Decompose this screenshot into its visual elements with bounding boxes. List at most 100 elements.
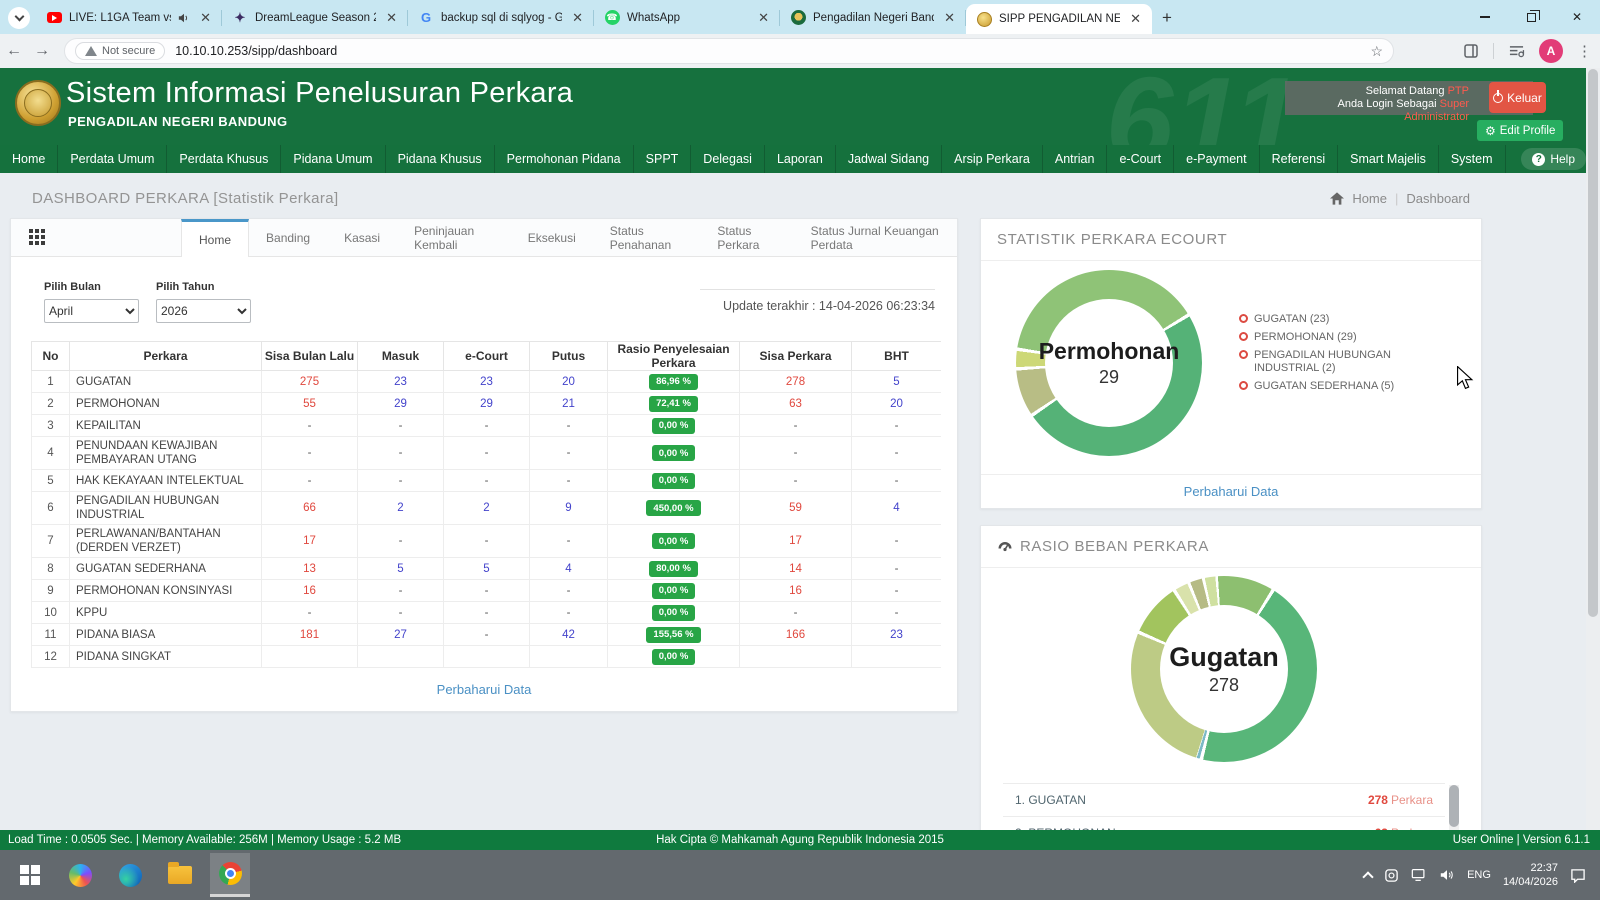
restore-button[interactable] <box>1508 0 1554 34</box>
refresh-data-link[interactable]: Perbaharui Data <box>11 682 957 697</box>
nav-item-perdata-khusus[interactable]: Perdata Khusus <box>167 145 281 173</box>
tab-home[interactable]: Home <box>181 219 249 257</box>
nav-item-arsip-perkara[interactable]: Arsip Perkara <box>942 145 1043 173</box>
browser-tab[interactable]: ✦DreamLeague Season 29: Easte✕ <box>222 1 408 34</box>
windows-taskbar: ENG 22:37 14/04/2026 <box>0 850 1600 900</box>
language-indicator[interactable]: ENG <box>1467 869 1491 881</box>
nav-item-perdata-umum[interactable]: Perdata Umum <box>58 145 167 173</box>
copilot-button[interactable] <box>60 853 100 897</box>
edge-button[interactable] <box>110 853 150 897</box>
tray-expand-icon[interactable] <box>1362 871 1373 882</box>
nav-item-e-court[interactable]: e-Court <box>1107 145 1174 173</box>
nav-item-laporan[interactable]: Laporan <box>765 145 836 173</box>
nav-item-antrian[interactable]: Antrian <box>1043 145 1108 173</box>
ecourt-donut-chart[interactable]: Permohonan 29 <box>1016 270 1202 456</box>
tab-close-icon[interactable]: ✕ <box>1127 11 1144 27</box>
tab-close-icon[interactable]: ✕ <box>569 10 586 26</box>
back-button[interactable]: ← <box>0 42 28 60</box>
nav-item-pidana-khusus[interactable]: Pidana Khusus <box>386 145 495 173</box>
nav-item-e-payment[interactable]: e-Payment <box>1174 145 1259 173</box>
tab-title: SIPP PENGADILAN NEGERI BAN <box>999 13 1120 25</box>
tab-close-icon[interactable]: ✕ <box>197 10 214 26</box>
nav-item-delegasi[interactable]: Delegasi <box>691 145 765 173</box>
file-explorer-button[interactable] <box>160 853 200 897</box>
tab-close-icon[interactable]: ✕ <box>383 10 400 26</box>
cell-putus: - <box>530 525 608 558</box>
breadcrumb-home[interactable]: Home <box>1352 191 1387 206</box>
gauge-icon <box>997 540 1013 554</box>
not-secure-chip[interactable]: Not secure <box>75 42 165 60</box>
tab-status-jurnal-keuangan-perdata[interactable]: Status Jurnal Keuangan Perdata <box>794 219 957 256</box>
network-icon[interactable] <box>1411 868 1427 882</box>
legend-item[interactable]: GUGATAN (23) <box>1239 313 1429 326</box>
side-panel-icon[interactable] <box>1463 43 1479 59</box>
cell-putus: - <box>530 470 608 492</box>
volume-icon[interactable] <box>1439 868 1455 882</box>
bookmark-star-icon[interactable]: ☆ <box>1370 43 1383 60</box>
clock[interactable]: 22:37 14/04/2026 <box>1503 861 1558 889</box>
profile-avatar[interactable]: A <box>1539 39 1563 63</box>
grid-menu-icon[interactable] <box>29 229 46 246</box>
logout-button[interactable]: Keluar <box>1489 82 1546 113</box>
chrome-icon <box>219 862 242 885</box>
nav-item-permohonan-pidana[interactable]: Permohonan Pidana <box>495 145 634 173</box>
close-button[interactable]: ✕ <box>1554 0 1600 34</box>
legend-item[interactable]: PERMOHONAN (29) <box>1239 331 1429 344</box>
nav-item-sppt[interactable]: SPPT <box>634 145 692 173</box>
tab-title: DreamLeague Season 29: Easte <box>255 12 376 24</box>
tab-banding[interactable]: Banding <box>249 219 327 256</box>
browser-menu-icon[interactable]: ⋮ <box>1577 42 1592 60</box>
scrollbar-thumb[interactable] <box>1449 785 1459 827</box>
tab-kasasi[interactable]: Kasasi <box>327 219 397 256</box>
table-row: 2PERMOHONAN5529292172,41 %6320 <box>32 393 942 415</box>
browser-tab[interactable]: Gbackup sql di sqlyog - Google S✕ <box>408 1 594 34</box>
tab-search-button[interactable] <box>8 7 30 29</box>
ecourt-refresh-link[interactable]: Perbaharui Data <box>981 474 1481 508</box>
tab-eksekusi[interactable]: Eksekusi <box>511 219 593 256</box>
cell-masuk: 23 <box>358 371 444 393</box>
forward-button[interactable]: → <box>28 42 56 60</box>
notification-icon[interactable] <box>1570 868 1586 883</box>
tab-status-penahanan[interactable]: Status Penahanan <box>593 219 701 256</box>
copilot-icon <box>69 864 92 887</box>
cell-ecourt: 2 <box>444 492 530 525</box>
scrollbar-thumb[interactable] <box>1588 69 1598 617</box>
tray-app-icon[interactable] <box>1384 868 1399 883</box>
legend-item[interactable]: PENGADILAN HUBUNGAN INDUSTRIAL (2) <box>1239 349 1429 375</box>
tab-close-icon[interactable]: ✕ <box>941 10 958 26</box>
address-bar[interactable]: Not secure 10.10.10.253/sipp/dashboard ☆ <box>64 38 1394 64</box>
help-button[interactable]: ? Help <box>1521 148 1586 170</box>
tab-peninjauan-kembali[interactable]: Peninjauan Kembali <box>397 219 511 256</box>
legend-item[interactable]: GUGATAN SEDERHANA (5) <box>1239 380 1429 393</box>
start-button[interactable] <box>10 853 50 897</box>
ratio-donut-chart[interactable]: Gugatan 278 <box>1131 576 1317 762</box>
nav-item-jadwal-sidang[interactable]: Jadwal Sidang <box>836 145 942 173</box>
minimize-button[interactable] <box>1462 0 1508 34</box>
browser-tab[interactable]: ☎WhatsApp✕ <box>594 1 780 34</box>
chrome-button[interactable] <box>210 853 250 897</box>
media-controls-icon[interactable] <box>1508 44 1525 59</box>
court-favicon <box>790 10 806 26</box>
nav-item-system[interactable]: System <box>1439 145 1506 173</box>
browser-tab[interactable]: LIVE: L1GA Team vs BetBoo✕ <box>36 1 222 34</box>
legend-label: GUGATAN (23) <box>1254 313 1329 326</box>
tab-status-perkara[interactable]: Status Perkara <box>700 219 793 256</box>
browser-tab[interactable]: Pengadilan Negeri Bandung✕ <box>780 1 966 34</box>
nav-item-referensi[interactable]: Referensi <box>1260 145 1339 173</box>
nav-item-pidana-umum[interactable]: Pidana Umum <box>281 145 385 173</box>
year-select[interactable]: 2026 <box>156 299 251 323</box>
nav-item-home[interactable]: Home <box>0 145 58 173</box>
cell-putus: - <box>530 580 608 602</box>
nav-item-smart-majelis[interactable]: Smart Majelis <box>1338 145 1439 173</box>
tray-time: 22:37 <box>1530 862 1558 874</box>
ratio-list-item[interactable]: 1. GUGATAN278Perkara <box>1003 783 1445 816</box>
new-tab-button[interactable]: + <box>1152 8 1184 34</box>
browser-tab[interactable]: SIPP PENGADILAN NEGERI BAN ✕ <box>966 4 1152 34</box>
cell-no: 3 <box>32 415 70 437</box>
cell-perkara: KPPU <box>70 602 262 624</box>
tab-close-icon[interactable]: ✕ <box>755 10 772 26</box>
tab-audio-icon[interactable] <box>178 12 190 24</box>
edit-profile-button[interactable]: ⚙ Edit Profile <box>1477 120 1563 141</box>
month-select[interactable]: April <box>44 299 139 323</box>
page-scrollbar[interactable] <box>1586 68 1600 830</box>
